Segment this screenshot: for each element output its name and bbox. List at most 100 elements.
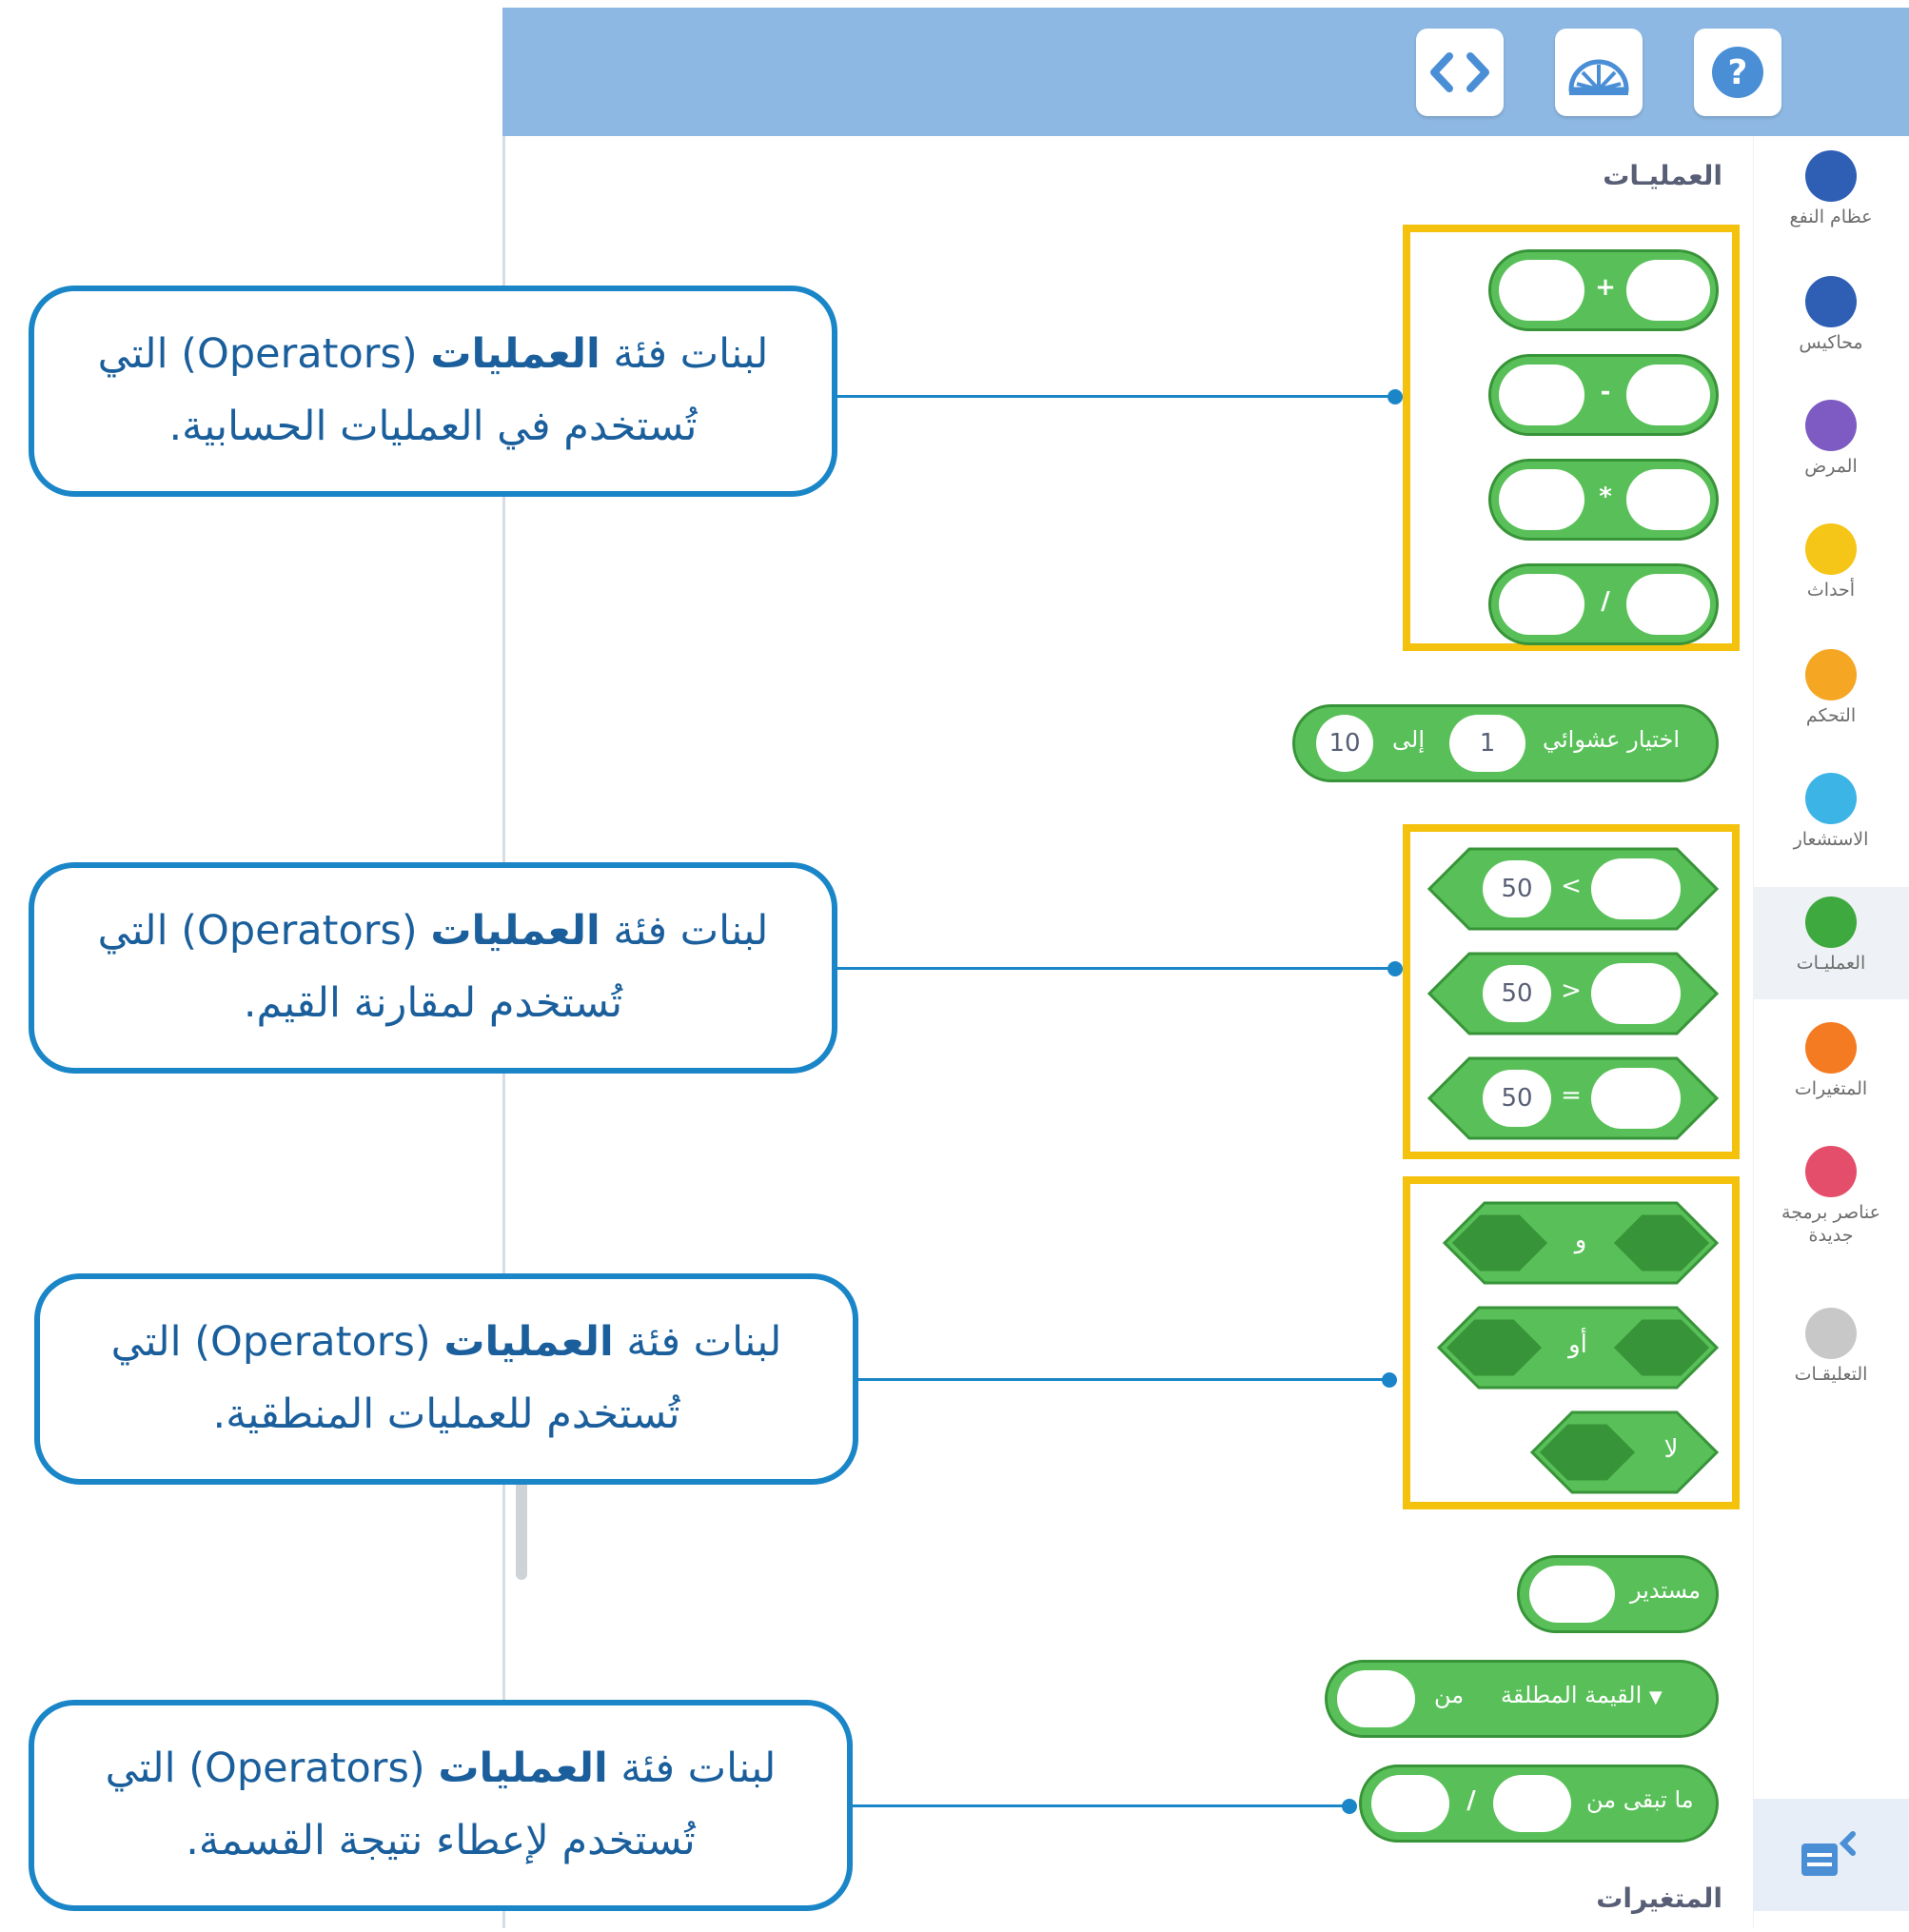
category-8[interactable]: عناصر برمجة جديدة bbox=[1753, 1136, 1909, 1279]
callout-line-2: تُستخدم للعمليات المنطقية. bbox=[212, 1390, 680, 1438]
compare-input[interactable] bbox=[1591, 858, 1681, 919]
mod-block[interactable]: / ما تبقى من bbox=[1359, 1764, 1719, 1843]
boolean-input[interactable] bbox=[1447, 1319, 1542, 1376]
category-label: العمليـات bbox=[1796, 953, 1866, 974]
math-input[interactable] bbox=[1337, 1670, 1415, 1727]
random-from-input[interactable]: 1 bbox=[1449, 715, 1525, 772]
comparison-block[interactable]: 50 > bbox=[1427, 952, 1719, 1035]
category-7[interactable]: المتغيرات bbox=[1753, 1013, 1909, 1125]
mod-left-input[interactable] bbox=[1371, 1775, 1449, 1832]
help-question-icon: ? bbox=[1712, 47, 1763, 98]
boolean-input[interactable] bbox=[1614, 1214, 1709, 1272]
category-color-dot bbox=[1805, 649, 1857, 700]
compare-value-input[interactable]: 50 bbox=[1483, 965, 1551, 1022]
code-view-button[interactable] bbox=[1416, 29, 1504, 116]
category-color-dot bbox=[1805, 1022, 1857, 1074]
category-color-dot bbox=[1805, 897, 1857, 948]
right-input[interactable] bbox=[1626, 574, 1710, 635]
category-0[interactable]: عظام النفع bbox=[1753, 141, 1909, 253]
category-label: المتغيرات bbox=[1794, 1078, 1868, 1099]
category-color-dot bbox=[1805, 276, 1857, 327]
arithmetic-block[interactable]: - bbox=[1488, 354, 1719, 436]
category-label: عظام النفع bbox=[1789, 207, 1873, 227]
category-label: المرض bbox=[1804, 456, 1858, 477]
left-input[interactable] bbox=[1499, 365, 1584, 425]
callout-connector bbox=[837, 395, 1395, 398]
callout-prefix: لبنات فئة bbox=[613, 1318, 782, 1366]
boolean-input[interactable] bbox=[1614, 1319, 1709, 1376]
category-2[interactable]: المرض bbox=[1753, 390, 1909, 503]
callout-line-2: تُستخدم لإعطاء نتيجة القسمة. bbox=[186, 1817, 696, 1864]
compare-input[interactable] bbox=[1591, 1068, 1681, 1129]
mod-right-input[interactable] bbox=[1493, 1775, 1571, 1832]
arithmetic-block[interactable]: / bbox=[1488, 563, 1719, 645]
callout-prefix: لبنات فئة bbox=[600, 907, 769, 955]
compare-value-input[interactable]: 50 bbox=[1483, 1070, 1551, 1127]
callout-connector bbox=[858, 1378, 1389, 1381]
callout-connector-dot bbox=[1342, 1799, 1357, 1814]
callout-connector-dot bbox=[1382, 1372, 1397, 1388]
palette-scrollbar[interactable] bbox=[516, 1470, 527, 1580]
logic-operator: أو bbox=[1568, 1331, 1587, 1359]
dashboard-gauge-icon bbox=[1568, 59, 1629, 95]
arithmetic-block[interactable]: + bbox=[1488, 249, 1719, 331]
comparison-block[interactable]: 50 < bbox=[1427, 847, 1719, 931]
help-button[interactable]: ? bbox=[1694, 29, 1781, 116]
callout-box: لبنات فئة العمليات (Operators) التي تُستخ… bbox=[29, 862, 837, 1074]
category-6[interactable]: العمليـات bbox=[1753, 887, 1909, 999]
category-3[interactable]: أحداث bbox=[1753, 514, 1909, 626]
round-label: مستدير bbox=[1630, 1577, 1702, 1604]
left-input[interactable] bbox=[1499, 574, 1584, 635]
random-to-input[interactable]: 10 bbox=[1316, 715, 1373, 772]
category-color-dot bbox=[1805, 1308, 1857, 1359]
comparison-operator: < bbox=[1561, 872, 1582, 900]
callout-suffix: (Operators) التي bbox=[97, 330, 431, 378]
category-1[interactable]: محاكيس bbox=[1753, 266, 1909, 379]
callout-box: لبنات فئة العمليات (Operators) التي تُستخ… bbox=[29, 1700, 853, 1911]
category-9[interactable]: التعليقـات bbox=[1753, 1298, 1909, 1410]
math-dropdown-value: القيمة المطلقة bbox=[1501, 1682, 1643, 1708]
callout-suffix: (Operators) التي bbox=[105, 1745, 439, 1792]
logic-block[interactable]: أو bbox=[1437, 1306, 1719, 1390]
math-function-block[interactable]: من ▼ القيمة المطلقة bbox=[1325, 1660, 1719, 1738]
arithmetic-operator: + bbox=[1595, 273, 1616, 302]
section-title-variables: المتغيرات bbox=[1596, 1883, 1722, 1914]
mod-label: ما تبقى من bbox=[1586, 1786, 1694, 1813]
logic-block[interactable]: لا bbox=[1530, 1410, 1719, 1494]
round-block[interactable]: مستدير bbox=[1517, 1555, 1719, 1633]
callout-connector-dot bbox=[1387, 389, 1403, 404]
mod-operator: / bbox=[1466, 1786, 1476, 1815]
callout-bold: العمليات bbox=[438, 1745, 608, 1792]
category-5[interactable]: الاستشعار bbox=[1753, 763, 1909, 876]
comparison-block[interactable]: 50 = bbox=[1427, 1056, 1719, 1140]
callout-prefix: لبنات فئة bbox=[607, 1745, 777, 1792]
arithmetic-block[interactable]: * bbox=[1488, 459, 1719, 541]
compare-input[interactable] bbox=[1591, 963, 1681, 1024]
callout-prefix: لبنات فئة bbox=[600, 330, 769, 378]
boolean-input[interactable] bbox=[1452, 1214, 1547, 1272]
logic-operator: لا bbox=[1663, 1435, 1679, 1464]
pick-random-block[interactable]: 10 إلى 1 اختيار عشوائي bbox=[1292, 704, 1719, 782]
dashboard-button[interactable] bbox=[1555, 29, 1643, 116]
category-label: الاستشعار bbox=[1793, 829, 1869, 850]
boolean-input[interactable] bbox=[1540, 1424, 1635, 1481]
compare-value-input[interactable]: 50 bbox=[1483, 860, 1551, 917]
callout-suffix: (Operators) التي bbox=[110, 1318, 444, 1366]
logic-block[interactable]: و bbox=[1443, 1201, 1719, 1285]
random-to-label: إلى bbox=[1392, 726, 1425, 753]
callout-connector bbox=[837, 967, 1395, 970]
left-input[interactable] bbox=[1499, 260, 1584, 321]
category-4[interactable]: التحكم bbox=[1753, 640, 1909, 752]
category-color-dot bbox=[1805, 523, 1857, 575]
round-input[interactable] bbox=[1529, 1566, 1615, 1623]
callout-line-1: لبنات فئة العمليات (Operators) التي bbox=[34, 1732, 847, 1804]
left-input[interactable] bbox=[1499, 469, 1584, 530]
add-extension-button[interactable] bbox=[1753, 1799, 1909, 1911]
math-dropdown[interactable]: ▼ القيمة المطلقة bbox=[1501, 1682, 1663, 1708]
callout-connector-dot bbox=[1387, 961, 1403, 976]
category-color-dot bbox=[1805, 1146, 1857, 1197]
right-input[interactable] bbox=[1626, 365, 1710, 425]
right-input[interactable] bbox=[1626, 469, 1710, 530]
callout-line-2: تُستخدم في العمليات الحسابية. bbox=[168, 403, 698, 450]
right-input[interactable] bbox=[1626, 260, 1710, 321]
